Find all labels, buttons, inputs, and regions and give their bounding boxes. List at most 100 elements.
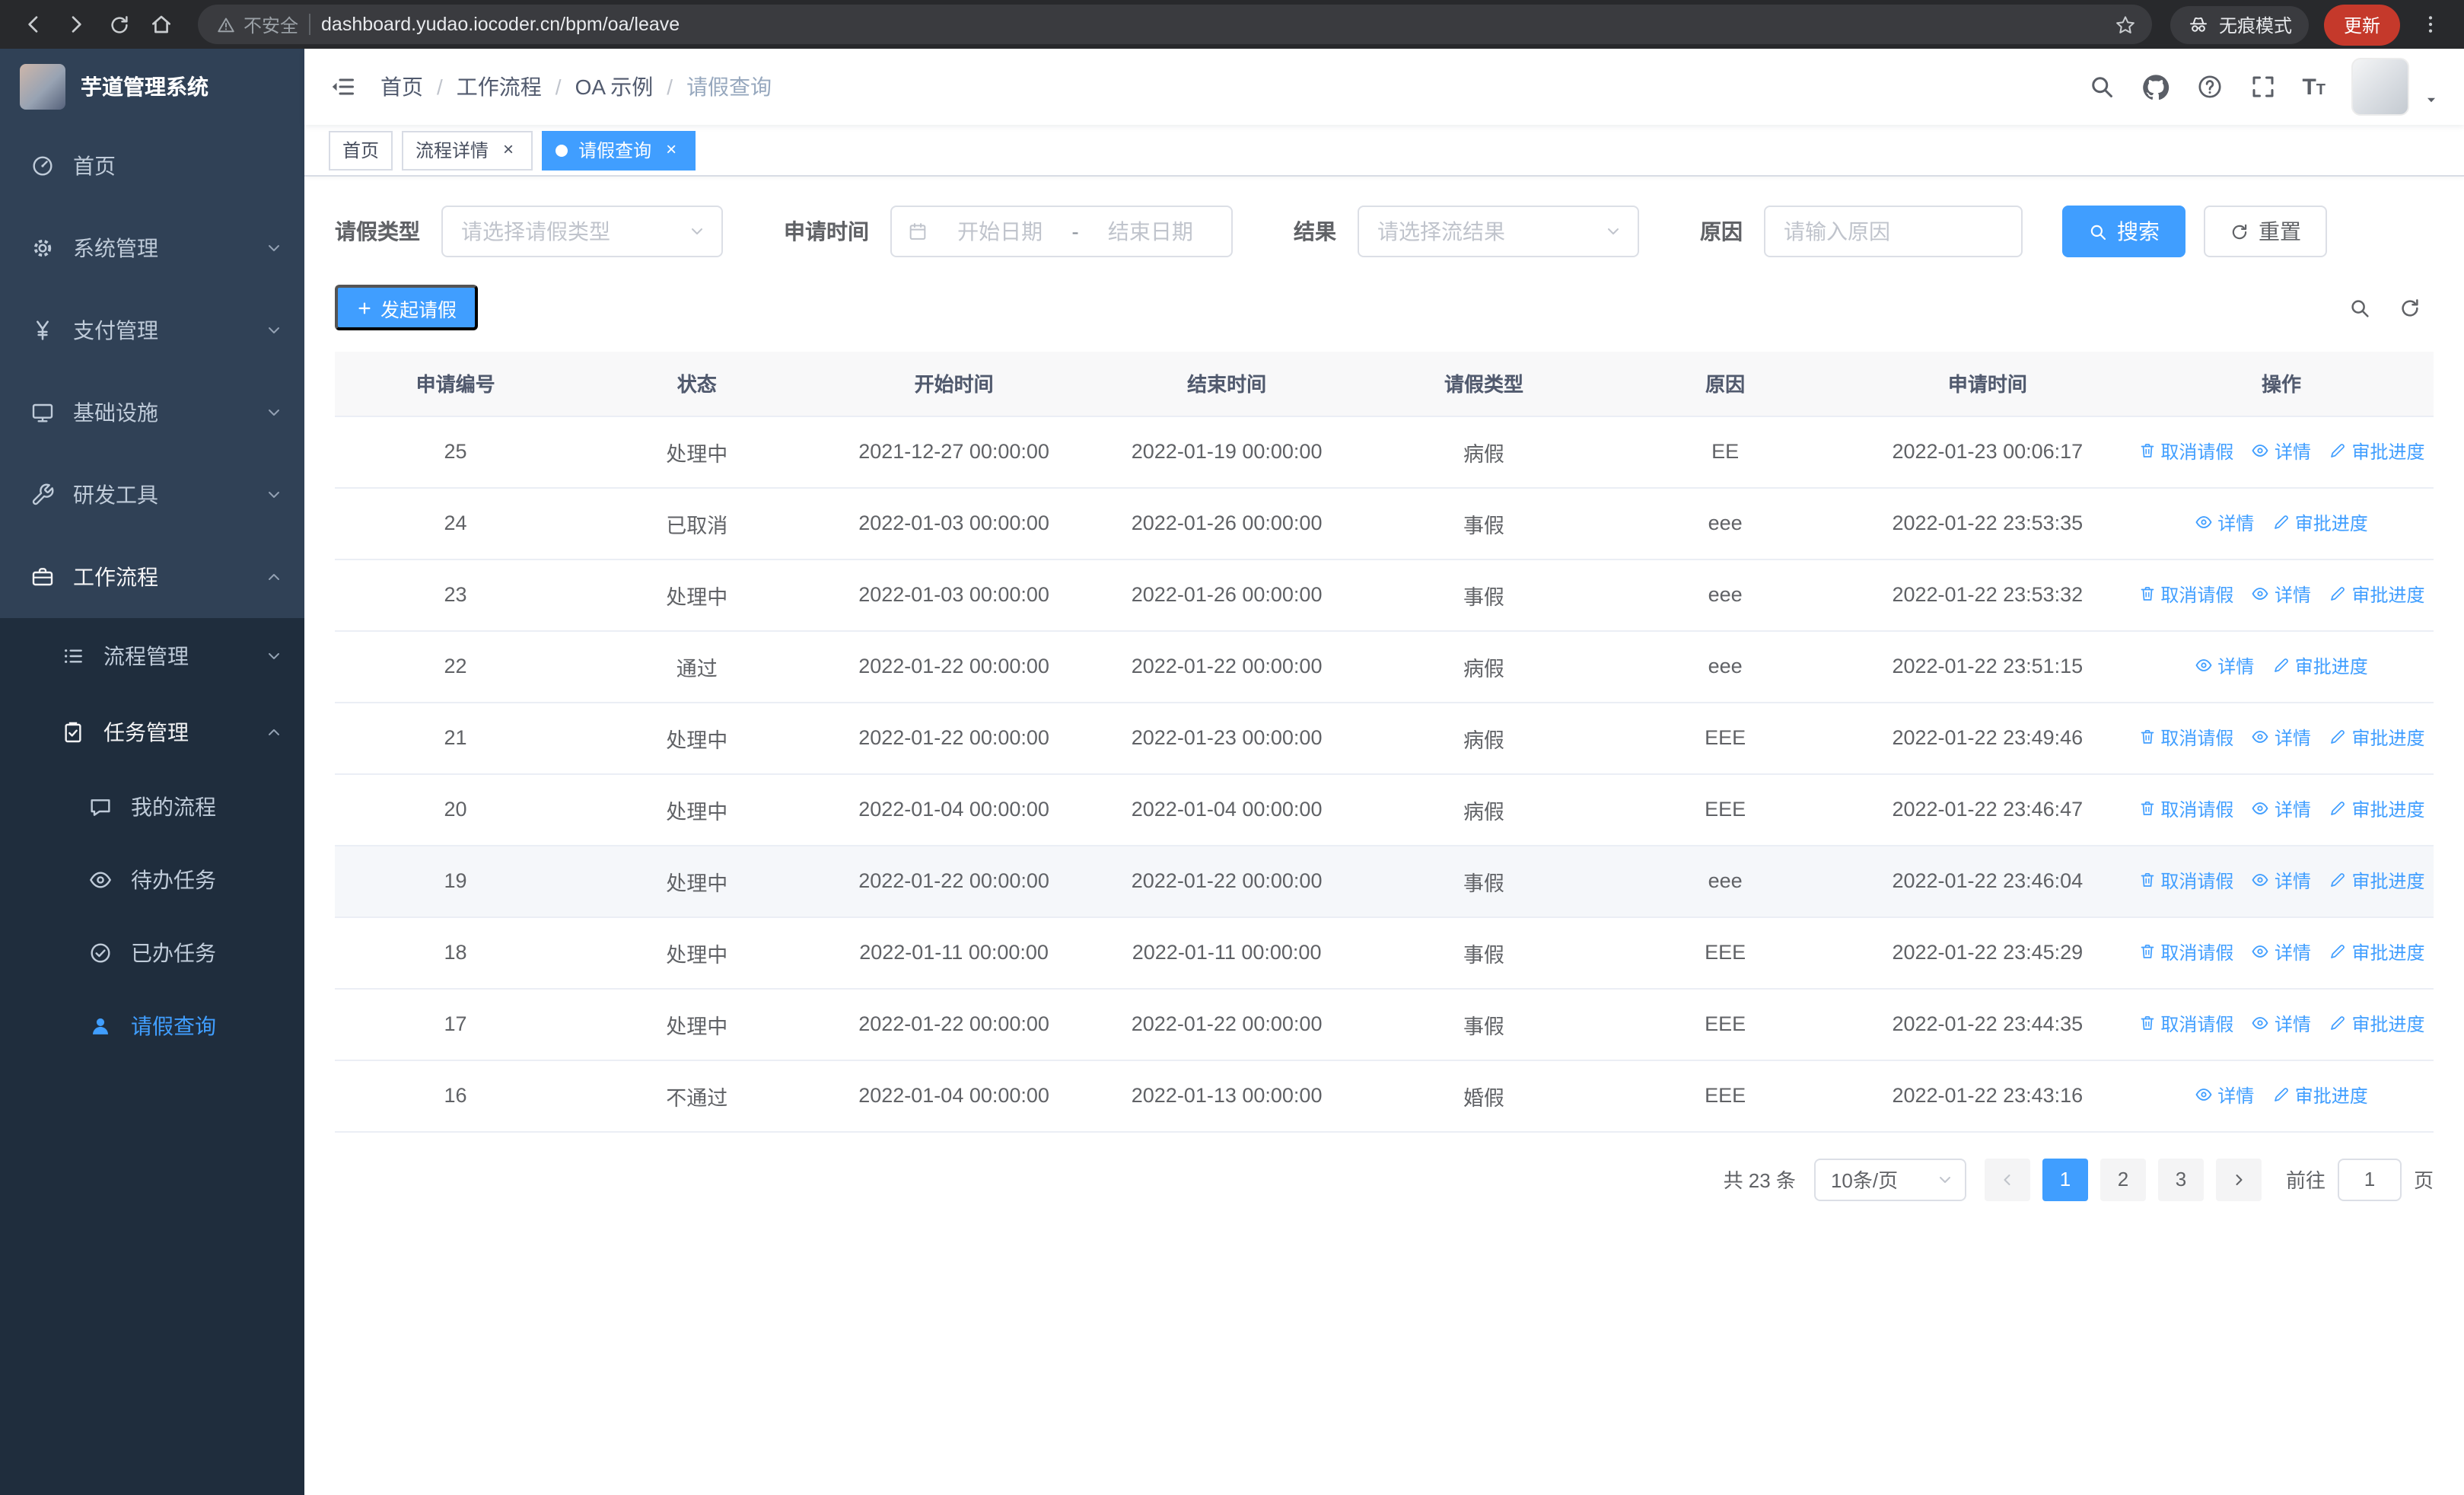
home-icon [149,12,173,37]
approval-progress-link[interactable]: 审批进度 [2329,1011,2425,1037]
trash-icon [2138,943,2156,961]
approval-progress-link[interactable]: 审批进度 [2329,939,2425,965]
cancel-leave-link[interactable]: 取消请假 [2138,868,2233,894]
breadcrumb-item-workflow[interactable]: 工作流程 [457,72,542,102]
table-row: 17 处理中 2022-01-22 00:00:00 2022-01-22 00… [335,988,2434,1060]
sidebar-logo[interactable]: 芋道管理系统 [0,49,304,125]
cancel-leave-link[interactable]: 取消请假 [2138,725,2233,751]
detail-link[interactable]: 详情 [2252,582,2311,607]
address-bar[interactable]: 不安全 dashboard.yudao.iocoder.cn/bpm/oa/le… [198,5,2152,44]
approval-progress-link[interactable]: 审批进度 [2329,438,2425,464]
leave-type-select[interactable]: 请选择请假类型 [441,206,723,257]
detail-link[interactable]: 详情 [2252,438,2311,464]
header-search-button[interactable] [2087,73,2115,100]
search-button[interactable]: 搜索 [2062,206,2185,257]
approval-progress-link[interactable]: 审批进度 [2329,796,2425,822]
detail-link[interactable]: 详情 [2252,725,2311,751]
cell-apply-id: 22 [335,630,577,703]
detail-link[interactable]: 详情 [2252,939,2311,965]
monitor-icon [30,400,55,425]
tag-leave-query[interactable]: 请假查询 × [542,130,696,170]
detail-link[interactable]: 详情 [2252,796,2311,822]
browser-update-button[interactable]: 更新 [2323,4,2400,45]
cell-apply-time: 2022-01-23 00:06:17 [1845,416,2129,488]
create-leave-button[interactable]: 发起请假 [335,285,479,330]
page-button-2[interactable]: 2 [2099,1158,2146,1200]
end-date-field[interactable]: 结束日期 [1085,216,1216,247]
browser-menu-button[interactable] [2409,3,2452,46]
sidebar-item-system[interactable]: 系统管理 [0,207,304,289]
sidebar-item-my-process[interactable]: 我的流程 [0,770,304,843]
detail-link[interactable]: 详情 [2195,653,2254,679]
sidebar-item-infrastructure[interactable]: 基础设施 [0,371,304,454]
cancel-leave-link[interactable]: 取消请假 [2138,939,2233,965]
star-icon [2115,13,2138,36]
approval-progress-link[interactable]: 审批进度 [2272,653,2368,679]
cancel-leave-link[interactable]: 取消请假 [2138,796,2233,822]
page-button-1[interactable]: 1 [2042,1158,2088,1200]
sidebar-item-devtools[interactable]: 研发工具 [0,454,304,536]
approval-progress-link[interactable]: 审批进度 [2329,868,2425,894]
help-button[interactable] [2195,73,2223,100]
date-range-picker[interactable]: 开始日期 - 结束日期 [890,206,1233,257]
main-area: 首页 / 工作流程 / OA 示例 / 请假查询 TT 首页 流程详情 × 请假… [304,49,2464,1495]
page-button-3[interactable]: 3 [2157,1158,2204,1200]
sidebar-collapse-button[interactable] [329,73,356,100]
detail-link[interactable]: 详情 [2252,868,2311,894]
breadcrumb-item-home[interactable]: 首页 [380,72,423,102]
browser-reload-button[interactable] [97,3,140,46]
github-link[interactable] [2141,72,2170,101]
detail-link[interactable]: 详情 [2195,510,2254,536]
reason-input[interactable] [1764,206,2023,257]
tag-process-detail[interactable]: 流程详情 × [402,130,533,170]
reset-button[interactable]: 重置 [2204,206,2327,257]
detail-link[interactable]: 详情 [2252,1011,2311,1037]
user-avatar[interactable] [2351,58,2409,116]
close-icon[interactable]: × [661,139,682,161]
sidebar-item-done-tasks[interactable]: 已办任务 [0,916,304,990]
cell-apply-id: 18 [335,916,577,989]
cancel-leave-link[interactable]: 取消请假 [2138,1011,2233,1037]
next-page-button[interactable] [2215,1158,2262,1200]
cell-actions: 取消请假 详情 审批进度 [2129,416,2434,488]
result-select[interactable]: 请选择流结果 [1358,206,1639,257]
start-date-field[interactable]: 开始日期 [934,216,1065,247]
prev-page-button[interactable] [1984,1158,2030,1200]
approval-progress-link[interactable]: 审批进度 [2329,725,2425,751]
refresh-icon [2399,296,2421,319]
cell-status: 处理中 [576,702,818,774]
refresh-table-button[interactable] [2399,296,2421,319]
sidebar-item-todo-tasks[interactable]: 待办任务 [0,843,304,916]
sidebar-item-home[interactable]: 首页 [0,125,304,207]
browser-home-button[interactable] [140,3,183,46]
approval-progress-link[interactable]: 审批进度 [2272,510,2368,536]
font-size-icon[interactable]: TT [2302,74,2326,100]
table-row: 22 通过 2022-01-22 00:00:00 2022-01-22 00:… [335,630,2434,703]
approval-progress-link[interactable]: 审批进度 [2329,582,2425,607]
fullscreen-button[interactable] [2249,73,2276,100]
cell-actions: 取消请假 详情 审批进度 [2129,702,2434,774]
sidebar-item-workflow[interactable]: 工作流程 [0,536,304,618]
leave-table: 申请编号 状态 开始时间 结束时间 请假类型 原因 申请时间 操作 25 处理中… [335,352,2434,1132]
goto-page-input[interactable] [2337,1158,2402,1200]
sidebar-item-payment[interactable]: 支付管理 [0,289,304,371]
cancel-leave-link[interactable]: 取消请假 [2138,438,2233,464]
result-label: 结果 [1294,219,1336,244]
user-menu-caret[interactable] [2423,91,2440,107]
breadcrumb-item-oa-example[interactable]: OA 示例 [575,72,654,102]
sidebar-item-process-management[interactable]: 流程管理 [0,618,304,694]
tag-home[interactable]: 首页 [329,130,393,170]
browser-forward-button[interactable] [55,3,97,46]
browser-back-button[interactable] [12,3,55,46]
detail-link[interactable]: 详情 [2195,1082,2254,1108]
sidebar-item-task-management[interactable]: 任务管理 [0,694,304,770]
close-icon[interactable]: × [498,139,519,161]
cell-status: 处理中 [576,845,818,917]
cancel-leave-link[interactable]: 取消请假 [2138,582,2233,607]
toggle-search-button[interactable] [2348,296,2371,319]
site-security-chip[interactable]: 不安全 [216,11,298,37]
page-size-select[interactable]: 10条/页 [1813,1158,1966,1200]
sidebar-item-leave-query[interactable]: 请假查询 [0,990,304,1063]
approval-progress-link[interactable]: 审批进度 [2272,1082,2368,1108]
bookmark-star-button[interactable] [2106,5,2146,44]
